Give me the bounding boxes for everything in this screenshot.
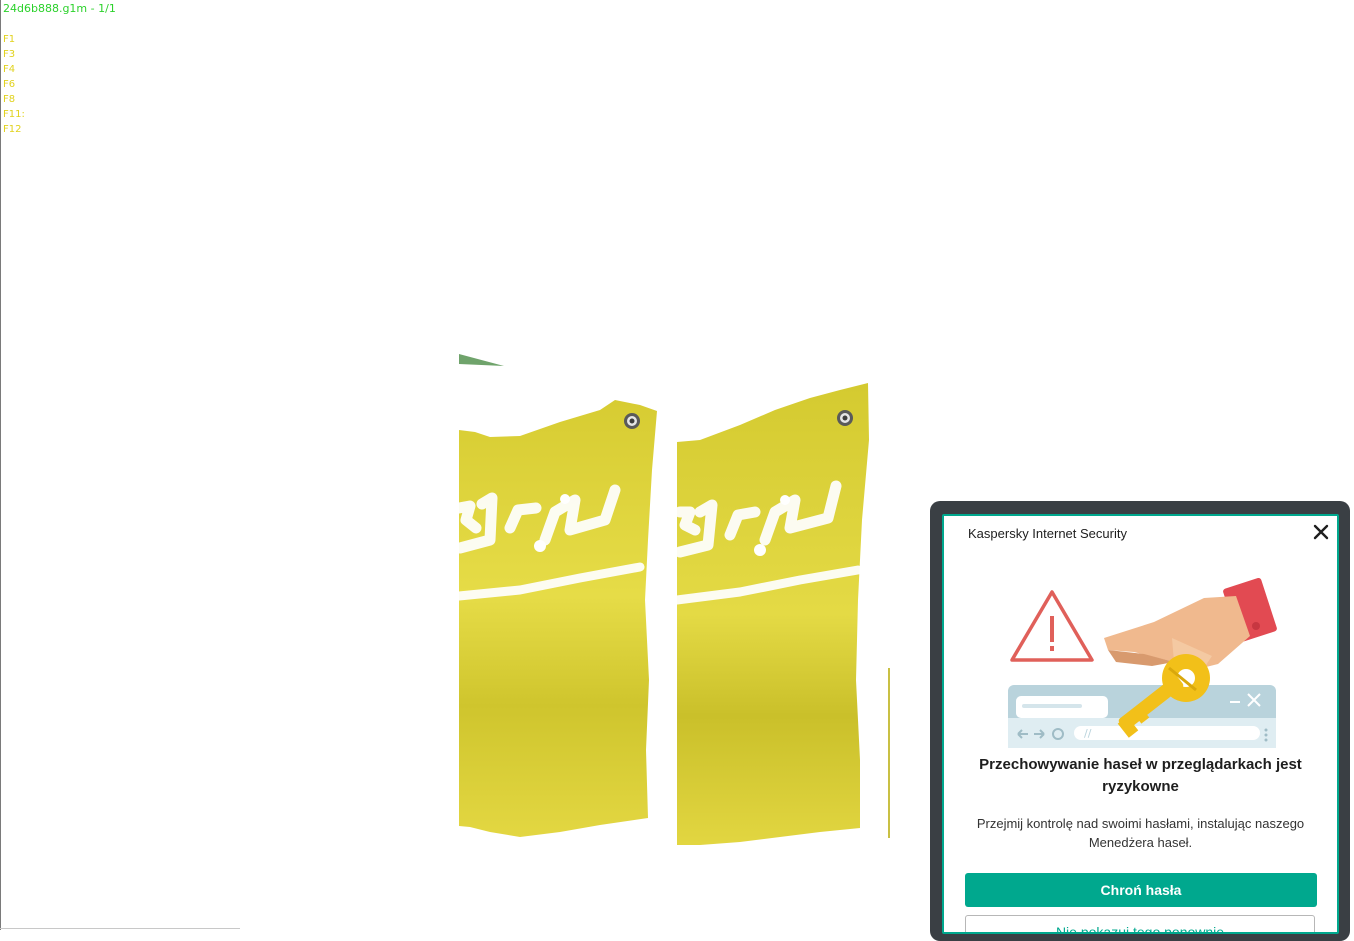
svg-text://: // <box>1084 727 1092 740</box>
notification-description: Przejmij kontrolę nad swoimi hasłami, in… <box>976 816 1305 850</box>
notification-headline: Przechowywanie haseł w przeglądarkach je… <box>979 756 1302 795</box>
kaspersky-notification: Kaspersky Internet Security // Przechowy… <box>942 514 1339 934</box>
right-banner <box>677 383 869 845</box>
viewport-bottom-line <box>0 928 240 929</box>
left-banner <box>459 400 657 837</box>
dont-show-again-button[interactable]: Nie pokazuj tego ponownie <box>965 915 1315 932</box>
notification-app-name: Kaspersky Internet Security <box>968 526 1127 541</box>
password-illustration: // <box>1008 578 1277 748</box>
protect-passwords-button[interactable]: Chroń hasła <box>965 873 1317 907</box>
green-shard <box>459 354 504 366</box>
warning-icon <box>1010 590 1094 662</box>
grommet <box>837 410 853 426</box>
close-icon[interactable] <box>1311 522 1331 542</box>
grommet <box>624 413 640 429</box>
